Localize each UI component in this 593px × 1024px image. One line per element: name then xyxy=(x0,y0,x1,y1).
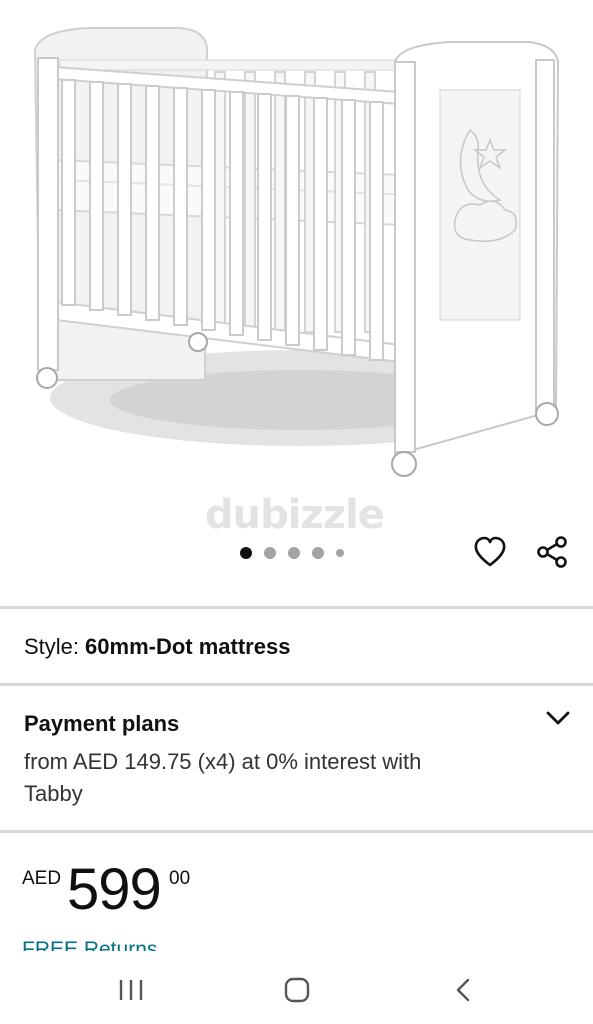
carousel-dot-5[interactable] xyxy=(336,549,344,557)
section-divider xyxy=(0,683,593,686)
carousel-dot-3[interactable] xyxy=(288,547,300,559)
recents-icon xyxy=(119,980,143,1000)
favorite-button[interactable] xyxy=(470,532,510,572)
price-fraction: 00 xyxy=(169,868,191,889)
style-value: 60mm-Dot mattress xyxy=(85,634,291,659)
chevron-down-icon xyxy=(546,711,570,725)
payment-plans-expand-button[interactable] xyxy=(543,707,573,731)
home-icon xyxy=(284,977,310,1003)
free-returns-link[interactable]: FREE Returns xyxy=(22,938,157,951)
price-currency: AED xyxy=(22,868,62,889)
recents-button[interactable] xyxy=(111,972,151,1008)
back-button[interactable] xyxy=(443,972,483,1008)
share-icon xyxy=(537,536,567,568)
back-icon xyxy=(456,978,470,1002)
payment-plans-description: from AED 149.75 (x4) at 0% interest with… xyxy=(24,749,422,806)
section-divider xyxy=(0,606,593,609)
product-image[interactable] xyxy=(0,0,593,500)
section-divider xyxy=(0,830,593,833)
carousel-dot-1[interactable] xyxy=(240,547,252,559)
system-navigation-bar xyxy=(0,952,593,1024)
style-selector[interactable]: Style: 60mm-Dot mattress xyxy=(24,634,290,660)
home-button[interactable] xyxy=(277,972,317,1008)
share-button[interactable] xyxy=(532,532,572,572)
carousel-dot-4[interactable] xyxy=(312,547,324,559)
crib-illustration xyxy=(33,27,560,477)
payment-plans-title: Payment plans xyxy=(24,711,180,736)
heart-icon xyxy=(474,536,506,567)
image-carousel-indicator[interactable] xyxy=(240,546,344,560)
style-label: Style: xyxy=(24,634,80,659)
carousel-dot-2[interactable] xyxy=(264,547,276,559)
price-whole: 599 xyxy=(67,857,162,922)
dubizzle-watermark: dubizzle xyxy=(205,492,385,538)
